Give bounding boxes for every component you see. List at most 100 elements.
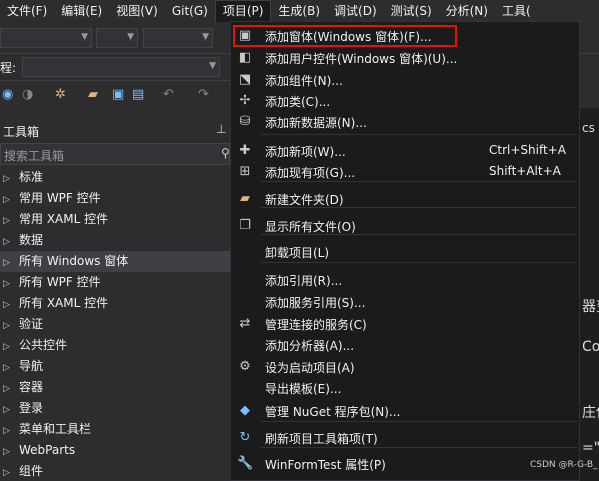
new-folder-icon: ▰	[240, 191, 250, 206]
toolbox-category[interactable]: ▷ 组件	[0, 461, 230, 481]
menu-option-label: 管理连接的服务(C)	[265, 318, 367, 332]
menu-option[interactable]: 添加服务引用(S)...	[231, 291, 579, 313]
toolbox-category-label: 组件	[19, 464, 44, 478]
menu-option[interactable]: ❐ 显示所有文件(O)	[231, 215, 579, 237]
expand-icon[interactable]: ▷	[3, 379, 19, 400]
expand-icon[interactable]: ▷	[3, 232, 19, 253]
back-icon[interactable]: ◉	[2, 87, 13, 102]
menu-option[interactable]: ◆ 管理 NuGet 程序包(N)...	[231, 400, 579, 422]
save-all-icon[interactable]: ▤	[132, 87, 144, 102]
menu-option[interactable]: ⬔ 添加组件(N)...	[231, 69, 579, 91]
toolbox-category-label: 所有 XAML 控件	[19, 296, 109, 310]
menu-option[interactable]: 🔧 WinFormTest 属性(P)	[231, 453, 579, 475]
code-editor[interactable]	[580, 108, 599, 481]
undo-icon[interactable]: ↶	[163, 87, 174, 102]
toolbox-category-label: WebParts	[19, 443, 76, 457]
menu-option[interactable]: ⛁ 添加新数据源(N)...	[231, 111, 579, 133]
menu-option[interactable]: 添加引用(R)...	[231, 269, 579, 291]
add-class-icon: ✢	[239, 93, 251, 108]
add-form-icon: ▣	[238, 28, 252, 43]
nuget-icon: ◆	[240, 403, 250, 418]
search-icon[interactable]: ⚲	[221, 146, 230, 160]
toolbox-category[interactable]: ▷ 所有 Windows 窗体	[0, 251, 230, 272]
menu-option[interactable]: ✢ 添加类(C)...	[231, 90, 579, 112]
expand-icon[interactable]: ▷	[3, 358, 19, 379]
show-all-files-icon: ❐	[239, 218, 251, 233]
config-combo[interactable]: ▼	[0, 28, 92, 48]
toolbox-category[interactable]: ▷ 验证	[0, 314, 230, 335]
expand-icon[interactable]: ▷	[3, 253, 19, 274]
expand-icon[interactable]: ▷	[3, 169, 19, 190]
menu-option-label: 管理 NuGet 程序包(N)...	[265, 405, 401, 419]
editor-text-fragment: Co	[582, 339, 599, 355]
menu-option-label: 添加新项(W)...	[265, 145, 346, 159]
menu-item[interactable]: 分析(N)	[439, 0, 495, 22]
toolbox-category-label: 所有 WPF 控件	[19, 275, 101, 289]
expand-icon[interactable]: ▷	[3, 190, 19, 211]
redo-icon[interactable]: ↷	[198, 87, 209, 102]
toolbox-category[interactable]: ▷ 常用 WPF 控件	[0, 188, 230, 209]
menu-option-label: 添加现有项(G)...	[265, 166, 356, 180]
menu-option[interactable]: ⊞ 添加现有项(G)... Shift+Alt+A	[231, 161, 579, 183]
menu-item[interactable]: 项目(P)	[214, 0, 272, 22]
menu-item[interactable]: 文件(F)	[0, 0, 54, 22]
menu-item[interactable]: 工具(	[495, 0, 538, 22]
toolbar-label: 程:	[0, 61, 17, 75]
tab-fragment[interactable]: cs	[582, 121, 595, 135]
menu-option[interactable]: ▣ 添加窗体(Windows 窗体)(F)...	[231, 25, 579, 47]
menu-option[interactable]: ▰ 新建文件夹(D)	[231, 188, 579, 210]
menu-option-label: 显示所有文件(O)	[265, 220, 356, 234]
menu-item[interactable]: Git(G)	[165, 0, 215, 22]
menu-option[interactable]: 添加分析器(A)...	[231, 334, 579, 356]
menu-item[interactable]: 调试(D)	[327, 0, 384, 22]
toolbox-category[interactable]: ▷ WebParts	[0, 440, 230, 461]
new-project-icon[interactable]: ✲	[55, 87, 66, 102]
menu-option[interactable]: ◧ 添加用户控件(Windows 窗体)(U)...	[231, 47, 579, 69]
toolbox-category[interactable]: ▷ 所有 WPF 控件	[0, 272, 230, 293]
save-icon[interactable]: ▣	[112, 87, 124, 102]
toolbox-category[interactable]: ▷ 登录	[0, 398, 230, 419]
menu-item[interactable]: 测试(S)	[384, 0, 439, 22]
expand-icon[interactable]: ▷	[3, 316, 19, 337]
expand-icon[interactable]: ▷	[3, 463, 19, 481]
menu-option[interactable]: ↻ 刷新项目工具箱项(T)	[231, 427, 579, 449]
menu-option[interactable]: ✚ 添加新项(W)... Ctrl+Shift+A	[231, 140, 579, 162]
menu-option-label: WinFormTest 属性(P)	[265, 458, 386, 472]
target-combo[interactable]: ▼	[143, 28, 213, 48]
toolbox-category[interactable]: ▷ 常用 XAML 控件	[0, 209, 230, 230]
menu-option[interactable]: 卸载项目(L)	[231, 241, 579, 263]
expand-icon[interactable]: ▷	[3, 274, 19, 295]
toolbox-tree: ▷ 标准 ▷ 常用 WPF 控件 ▷ 常用 XAML 控件 ▷ 数据 ▷ 所有 Windows 窗…	[0, 167, 230, 481]
menu-option-label: 新建文件夹(D)	[265, 193, 344, 207]
toolbox-search-input[interactable]: 搜索工具箱 ⚲	[0, 143, 230, 165]
menu-option-label: 导出模板(E)...	[265, 382, 342, 396]
expand-icon[interactable]: ▷	[3, 211, 19, 232]
expand-icon[interactable]: ▷	[3, 337, 19, 358]
toolbox-category[interactable]: ▷ 公共控件	[0, 335, 230, 356]
toolbox-category[interactable]: ▷ 菜单和工具栏	[0, 419, 230, 440]
toolbox-category[interactable]: ▷ 导航	[0, 356, 230, 377]
expand-icon[interactable]: ▷	[3, 400, 19, 421]
toolbox-category[interactable]: ▷ 数据	[0, 230, 230, 251]
menu-item[interactable]: 编辑(E)	[54, 0, 109, 22]
menu-option[interactable]: 导出模板(E)...	[231, 377, 579, 399]
toolbox-category[interactable]: ▷ 标准	[0, 167, 230, 188]
pin-icon[interactable]: ⊥	[216, 122, 226, 136]
menu-option[interactable]: ⚙ 设为启动项目(A)	[231, 356, 579, 378]
expand-icon[interactable]: ▷	[3, 442, 19, 463]
platform-combo[interactable]: ▼	[96, 28, 138, 48]
forward-icon[interactable]: ◑	[22, 87, 33, 102]
toolbox-category[interactable]: ▷ 容器	[0, 377, 230, 398]
gear-icon: ⚙	[239, 359, 251, 374]
toolbox-category-label: 标准	[19, 170, 44, 184]
menu-item[interactable]: 视图(V)	[109, 0, 165, 22]
menu-item[interactable]: 生成(B)	[271, 0, 327, 22]
expand-icon[interactable]: ▷	[3, 295, 19, 316]
toolbox-category[interactable]: ▷ 所有 XAML 控件	[0, 293, 230, 314]
project-combo[interactable]: ▼	[22, 57, 220, 77]
open-folder-icon[interactable]: ▰	[88, 87, 98, 102]
menu-option[interactable]: ⇄ 管理连接的服务(C)	[231, 313, 579, 335]
toolbox-category-label: 常用 WPF 控件	[19, 191, 101, 205]
expand-icon[interactable]: ▷	[3, 421, 19, 442]
menu-separator	[261, 134, 577, 135]
